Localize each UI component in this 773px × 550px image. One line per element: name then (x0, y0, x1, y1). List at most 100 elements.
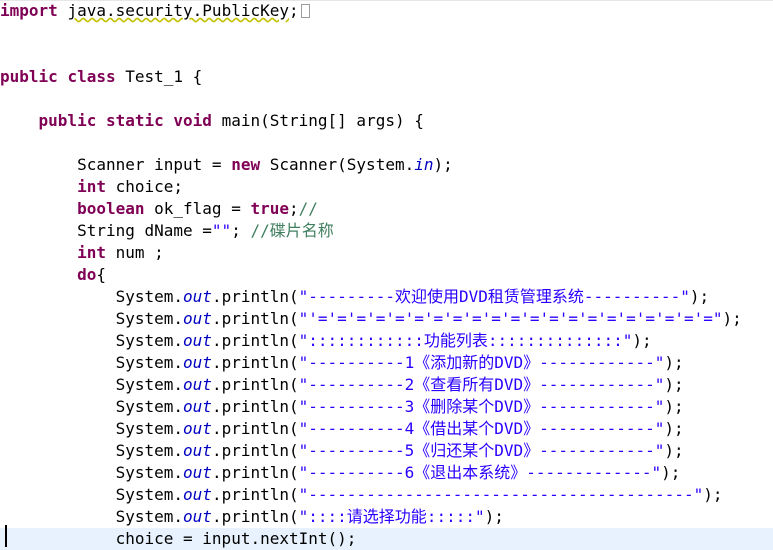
code-line[interactable]: do{ (0, 264, 773, 286)
code-line[interactable]: System.out.println("----------2《查看所有DVD》… (0, 374, 773, 396)
keyword-token: class (67, 67, 116, 86)
code-line[interactable] (0, 22, 773, 44)
code-token: .println( (211, 287, 299, 306)
code-token: ); (661, 463, 681, 482)
code-line[interactable]: import java.security.PublicKey; (0, 0, 773, 22)
code-line[interactable]: System.out.println("--------------------… (0, 484, 773, 506)
code-token: choice = input.nextInt(); (115, 529, 357, 548)
code-line[interactable] (0, 132, 773, 154)
code-line[interactable]: System.out.println("----------3《删除某个DVD》… (0, 396, 773, 418)
code-token: ); (484, 507, 504, 526)
code-token: System. (115, 463, 184, 482)
code-token: .println( (211, 331, 299, 350)
string-token: "----------4《借出某个DVD》------------" (298, 419, 665, 438)
code-token: System. (115, 441, 184, 460)
code-editor[interactable]: import java.security.PublicKey; public cl… (0, 0, 773, 550)
string-token: "----------3《删除某个DVD》------------" (298, 397, 665, 416)
field-token: in (414, 155, 434, 174)
code-line[interactable]: int choice; (0, 176, 773, 198)
code-line[interactable]: String dName =""; //碟片名称 (0, 220, 773, 242)
field-token: out (183, 353, 212, 372)
keyword-token: import (0, 1, 58, 20)
code-line[interactable]: System.out.println("----------6《退出本系统》--… (0, 462, 773, 484)
code-line[interactable]: System.out.println("----------4《借出某个DVD》… (0, 418, 773, 440)
code-token: choice; (105, 177, 184, 196)
code-token: ok_flag = (144, 199, 251, 218)
field-token: out (183, 375, 212, 394)
code-line[interactable]: Scanner input = new Scanner(System.in); (0, 154, 773, 176)
keyword-token: void (173, 111, 212, 130)
code-token: System. (115, 419, 184, 438)
field-token: out (183, 463, 212, 482)
code-token: .println( (211, 485, 299, 504)
string-token: "----------1《添加新的DVD》------------" (298, 353, 665, 372)
code-token: ); (664, 397, 684, 416)
code-token: System. (115, 353, 184, 372)
keyword-token: new (231, 155, 261, 174)
code-line[interactable]: System.out.println("----------1《添加新的DVD》… (0, 352, 773, 374)
keyword-token: public (0, 67, 58, 86)
code-line[interactable]: public class Test_1 { (0, 66, 773, 88)
code-token: .println( (211, 419, 299, 438)
field-token: out (183, 507, 212, 526)
code-token: main(String[] args) { (211, 111, 424, 130)
field-token: out (183, 331, 212, 350)
code-token: System. (115, 331, 184, 350)
bracket-match-box (300, 4, 310, 18)
keyword-token: int (77, 243, 106, 262)
string-token: "---------------------------------------… (298, 485, 704, 504)
code-token: ; (289, 1, 299, 20)
string-token: "::::请选择功能:::::" (298, 507, 485, 526)
code-token: ); (664, 441, 684, 460)
code-token: ); (664, 375, 684, 394)
string-token: "----------2《查看所有DVD》------------" (298, 375, 665, 394)
code-token: System. (115, 309, 184, 328)
code-token: ); (433, 155, 453, 174)
code-line[interactable]: System.out.println("---------欢迎使用DVD租赁管理… (0, 286, 773, 308)
code-line[interactable]: System.out.println("'='='='='='='='='='=… (0, 308, 773, 330)
text-caret (5, 525, 7, 547)
code-token: Test_1 { (115, 67, 203, 86)
string-token: "----------5《归还某个DVD》------------" (298, 441, 665, 460)
code-token: .println( (211, 375, 299, 394)
code-token: .println( (211, 441, 299, 460)
code-token: System. (115, 507, 184, 526)
keyword-token: int (77, 177, 106, 196)
code-line[interactable]: System.out.println("----------5《归还某个DVD》… (0, 440, 773, 462)
code-line[interactable] (0, 44, 773, 66)
code-token: ); (632, 331, 652, 350)
code-line[interactable]: int num ; (0, 242, 773, 264)
code-token: .println( (211, 397, 299, 416)
code-token: System. (115, 485, 184, 504)
field-token: out (183, 309, 212, 328)
code-line[interactable]: System.out.println("::::请选择功能:::::"); (0, 506, 773, 528)
code-line[interactable]: System.out.println("::::::::::::功能列表::::… (0, 330, 773, 352)
keyword-token: boolean (77, 199, 145, 218)
code-token: ); (722, 309, 742, 328)
string-token: "::::::::::::功能列表::::::::::::::" (298, 331, 633, 350)
code-line[interactable]: boolean ok_flag = true;// (0, 198, 773, 220)
code-line[interactable] (0, 88, 773, 110)
field-token: out (183, 485, 212, 504)
code-token: ); (664, 419, 684, 438)
code-line[interactable]: public static void main(String[] args) { (0, 110, 773, 132)
